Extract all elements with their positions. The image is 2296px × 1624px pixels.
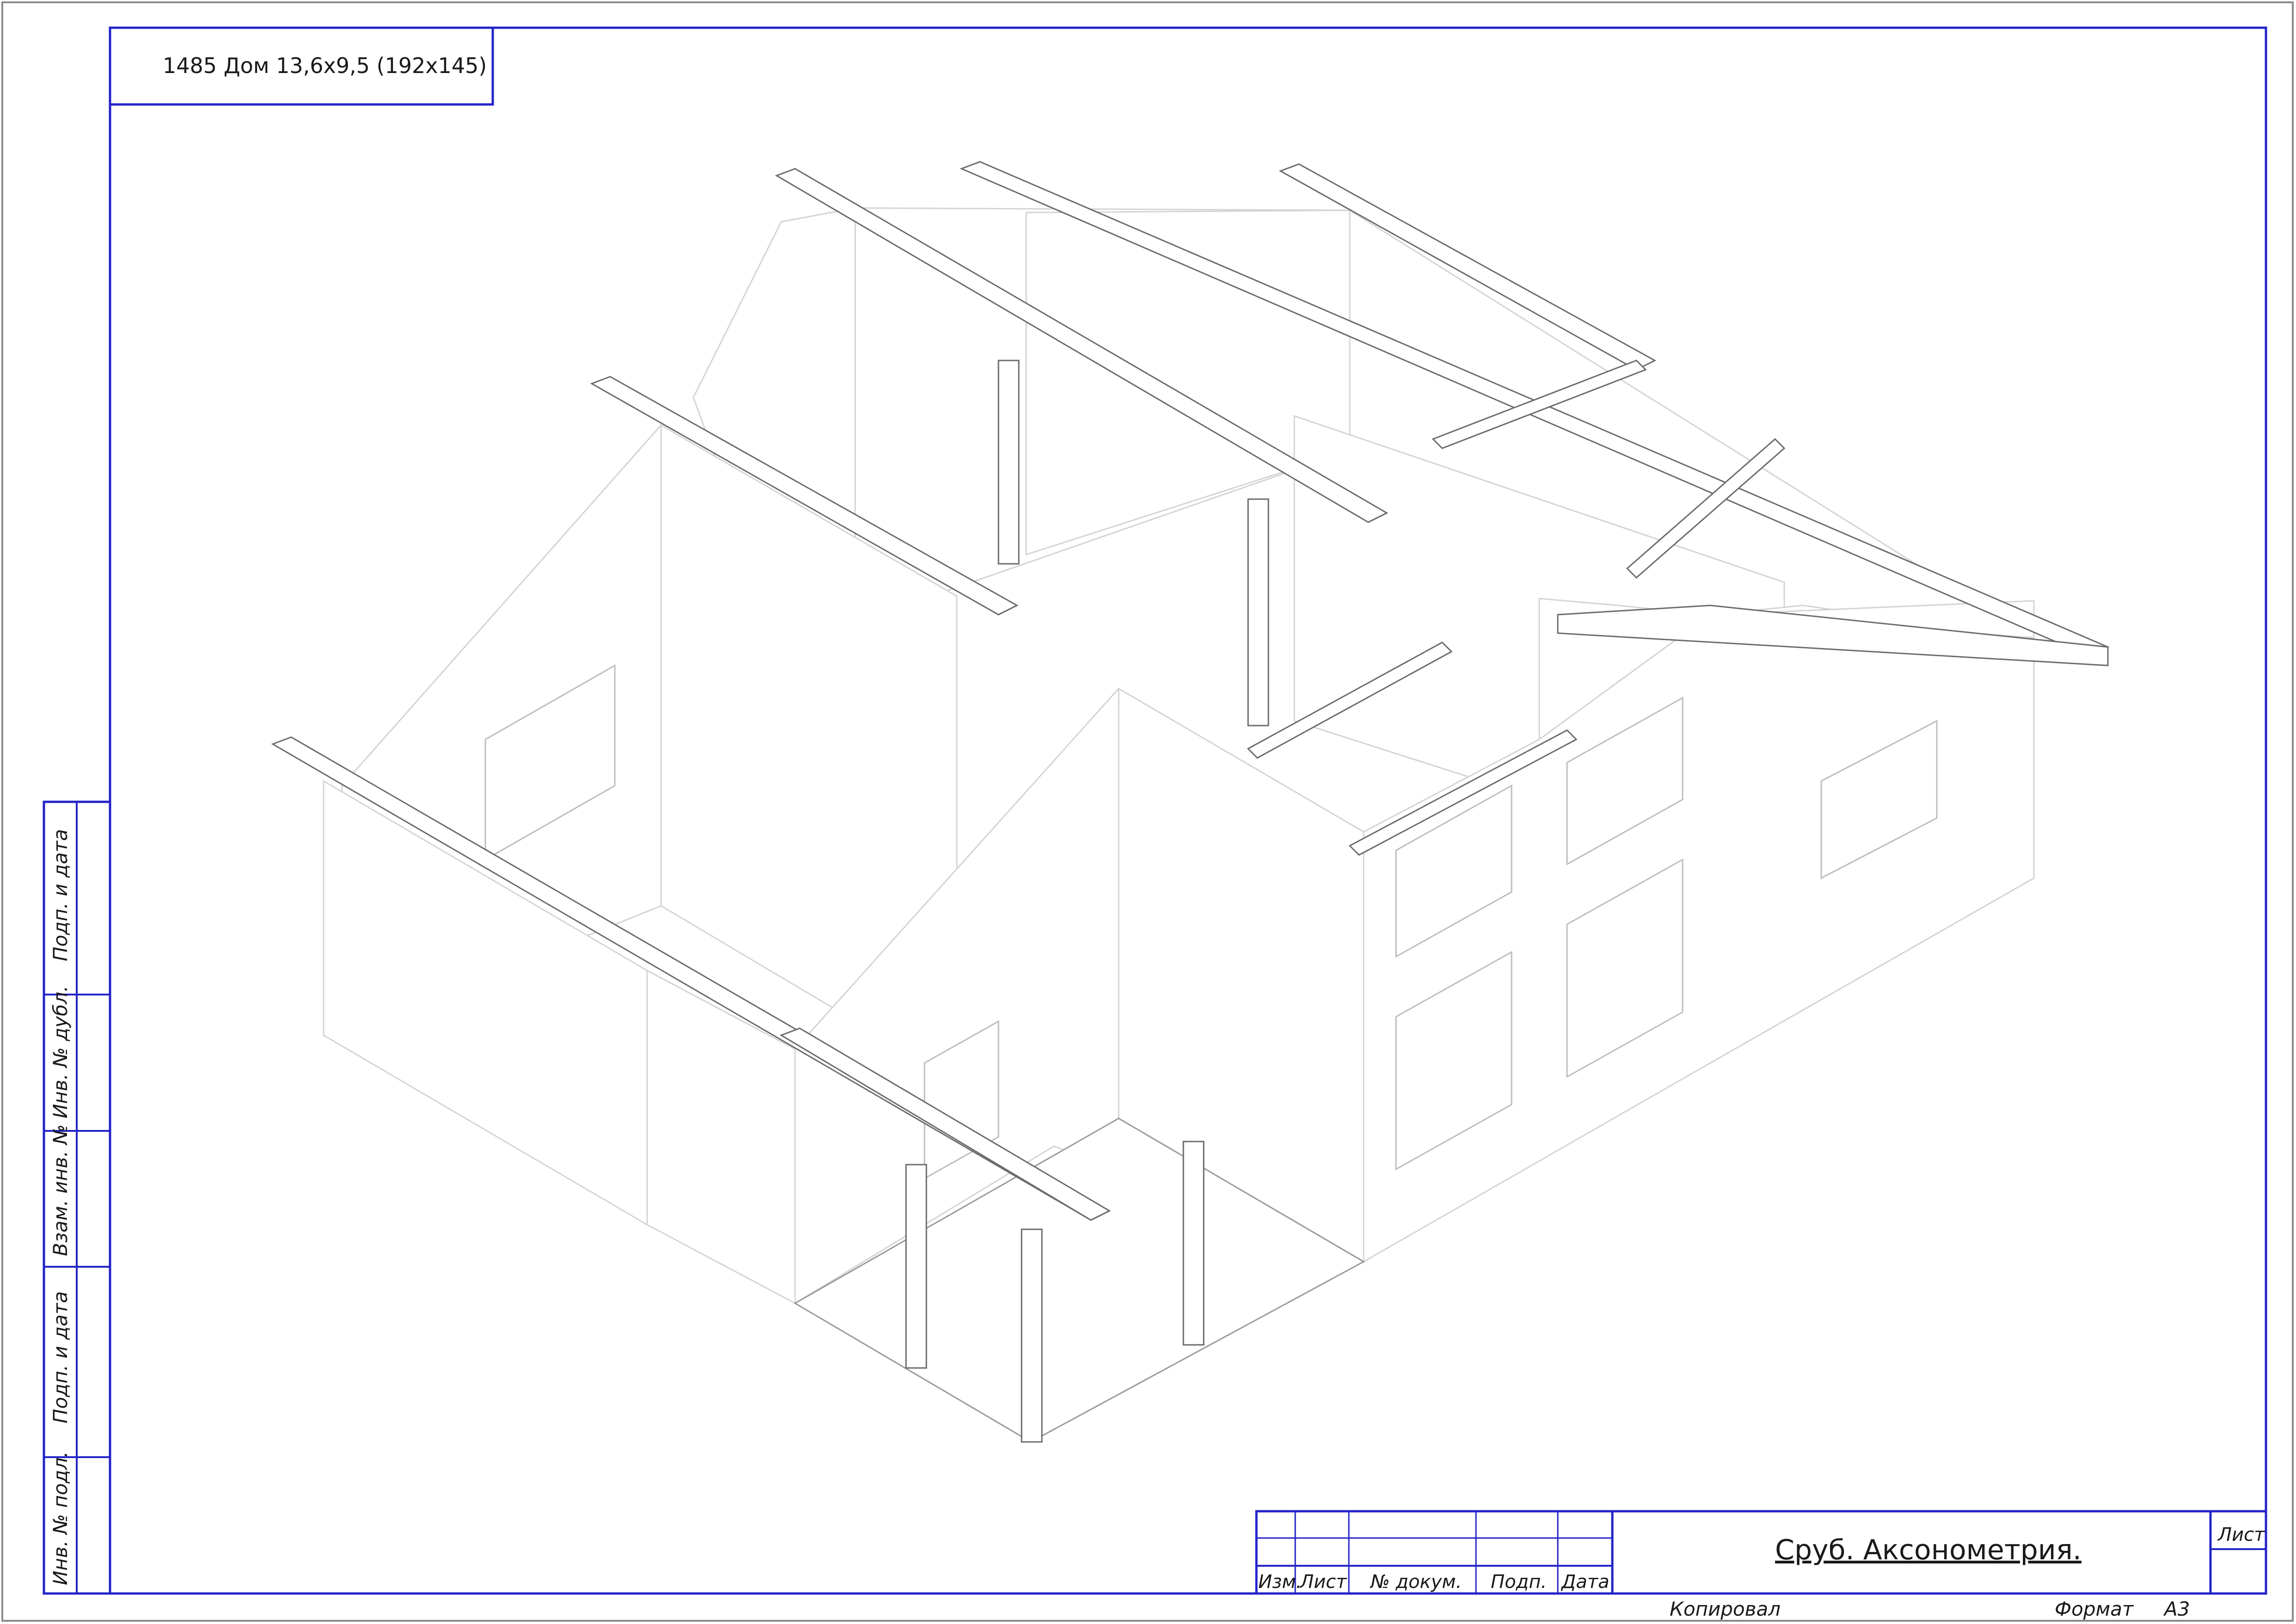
porch-post bbox=[905, 1164, 927, 1369]
side-label-inv-dubl: Инв. № дубл. bbox=[49, 986, 72, 1118]
stamp-sign: Подп. bbox=[1491, 1571, 1547, 1593]
stamp-list: Лист bbox=[1299, 1571, 1347, 1593]
drawing-sheet: 1485 Дом 13,6х9,5 (192х145) Подп. и дата… bbox=[1, 1, 2294, 1622]
side-label-inv-podl: Инв. № подл. bbox=[49, 1451, 72, 1585]
stamp-doc-no: № докум. bbox=[1370, 1571, 1462, 1593]
side-label-vzam-inv: Взам. инв. № bbox=[49, 1124, 72, 1256]
side-label-podp-bottom: Подп. и дата bbox=[49, 1291, 72, 1423]
stamp-date: Дата bbox=[1561, 1571, 1610, 1593]
footer-copied: Копировал bbox=[1670, 1598, 1781, 1620]
title-block: Изм. Лист № докум. Подп. Дата Сруб. Аксо… bbox=[1255, 1510, 2267, 1595]
porch-post bbox=[1247, 498, 1269, 727]
porch-post bbox=[1021, 1228, 1043, 1443]
drawing-title: 1485 Дом 13,6х9,5 (192х145) bbox=[163, 53, 487, 78]
footer-format-value: А3 bbox=[2163, 1598, 2190, 1620]
stamp-izm: Изм. bbox=[1258, 1571, 1302, 1593]
log-house-axonometric bbox=[271, 161, 2110, 1443]
porch-post bbox=[1182, 1141, 1205, 1346]
footer-format-label: Формат bbox=[2055, 1598, 2134, 1620]
sheet-name: Сруб. Аксонометрия. bbox=[1775, 1534, 2082, 1566]
title-box: 1485 Дом 13,6х9,5 (192х145) bbox=[109, 26, 494, 106]
side-label-podp-top: Подп. и дата bbox=[49, 829, 72, 961]
porch-post bbox=[998, 360, 1020, 565]
side-stamp: Подп. и дата Инв. № дубл. Взам. инв. № П… bbox=[43, 800, 111, 1595]
stamp-sheet-label: Лист bbox=[2217, 1524, 2265, 1545]
